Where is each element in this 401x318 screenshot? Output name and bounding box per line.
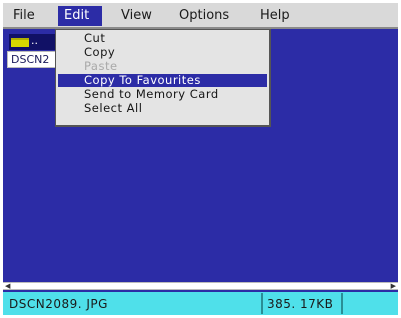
status-bar: DSCN2089. JPG 385. 17KB — [3, 292, 398, 315]
menu-bar: File Edit View Options Help — [3, 3, 398, 29]
menu-item-paste: Paste — [84, 59, 118, 73]
menu-item-cut[interactable]: Cut — [58, 32, 267, 45]
menu-item-copy-to-favourites[interactable]: Copy To Favourites — [58, 74, 267, 87]
menu-view[interactable]: View — [115, 6, 158, 26]
horizontal-scrollbar[interactable]: ◀ ▶ — [3, 282, 398, 290]
menu-file[interactable]: File — [7, 6, 41, 26]
arrow-right-icon[interactable]: ▶ — [388, 283, 396, 290]
menu-item-send-to-memory-card[interactable]: Send to Memory Card — [58, 88, 267, 101]
file-item-label: DSCN2 — [11, 53, 50, 66]
menu-item-copy[interactable]: Copy — [58, 46, 267, 59]
folder-icon — [11, 38, 29, 47]
file-item-selected[interactable]: DSCN2 — [7, 51, 59, 68]
menu-help[interactable]: Help — [254, 6, 296, 26]
menu-edit[interactable]: Edit — [58, 6, 102, 26]
file-browser-window: File Edit View Options Help .. DSCN2 Cut… — [3, 3, 398, 315]
status-filename: DSCN2089. JPG — [9, 297, 108, 311]
status-divider — [261, 293, 263, 314]
status-divider — [341, 293, 343, 314]
parent-folder-item[interactable]: .. — [9, 34, 59, 50]
edit-menu-dropdown: Cut Copy Paste Copy To Favourites Send t… — [55, 29, 271, 127]
menu-item-select-all[interactable]: Select All — [58, 102, 267, 115]
menu-options[interactable]: Options — [173, 6, 235, 26]
parent-folder-label: .. — [31, 34, 38, 47]
arrow-left-icon[interactable]: ◀ — [5, 283, 13, 290]
status-filesize: 385. 17KB — [267, 297, 334, 311]
